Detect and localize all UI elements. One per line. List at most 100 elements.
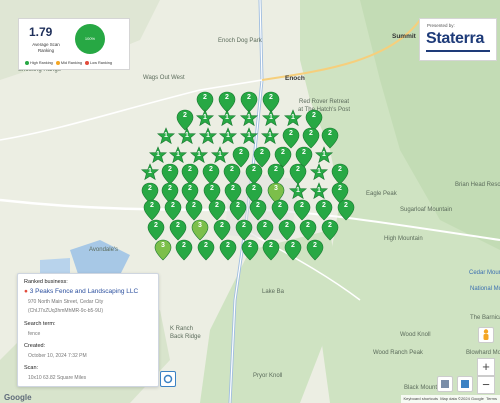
rank-pin[interactable]: 2: [306, 239, 324, 261]
pin-rank-label: 2: [274, 166, 278, 173]
pin-rank-label: 2: [168, 185, 172, 192]
rank-pin[interactable]: 2: [143, 199, 161, 221]
rank-pin[interactable]: 2: [271, 199, 289, 221]
search-term-label: Search term:: [24, 321, 56, 327]
rank-pin[interactable]: 2: [185, 199, 203, 221]
rank-pin[interactable]: 3: [191, 219, 209, 241]
pin-rank-label: 2: [328, 222, 332, 229]
pin-rank-label: 2: [236, 202, 240, 209]
legend-low-label: Low Ranking: [90, 61, 112, 65]
place-label-high-mountain[interactable]: High Mountain: [384, 236, 423, 242]
location-pin-icon: ●: [24, 288, 28, 295]
pin-rank-label: 2: [188, 166, 192, 173]
place-label-back-ridge[interactable]: Back Ridge: [170, 334, 201, 340]
place-label-the-barnican[interactable]: The Barnican: [470, 315, 500, 321]
pin-rank-label: 3: [274, 185, 278, 192]
pin-rank-label: 2: [269, 94, 273, 101]
rank-pin[interactable]: 2: [219, 239, 237, 261]
pin-rank-label: 2: [344, 202, 348, 209]
rank-pin[interactable]: 2: [147, 219, 165, 241]
rank-pin[interactable]: 2: [241, 239, 259, 261]
rank-pin[interactable]: 2: [164, 199, 182, 221]
rank-pin[interactable]: 2: [213, 219, 231, 241]
pin-rank-label: 2: [203, 94, 207, 101]
pin-rank-label: 2: [176, 222, 180, 229]
zoom-in-button[interactable]: +: [477, 358, 495, 376]
place-label-wood-knoll[interactable]: Wood Knoll: [400, 332, 431, 338]
place-label-blowhard[interactable]: Blowhard Mountain: [466, 350, 500, 356]
rank-pin[interactable]: 2: [337, 199, 355, 221]
rank-pin[interactable]: 2: [208, 199, 226, 221]
pin-rank-label: 2: [312, 112, 316, 119]
pin-rank-label: 2: [281, 149, 285, 156]
place-label-wood-ranch-peak[interactable]: Wood Ranch Peak: [373, 350, 423, 356]
pin-rank-label: 2: [300, 202, 304, 209]
place-label-eagle-peak[interactable]: Eagle Peak: [366, 191, 397, 197]
search-term-value: fence: [28, 331, 41, 337]
pin-rank-label: 1: [226, 132, 230, 139]
place-label-sugarloaf[interactable]: Sugarloaf Mountain: [400, 207, 452, 213]
place-label-cedar-mountain[interactable]: Cedar Mountain: [469, 270, 500, 276]
pin-rank-label: 1: [197, 151, 201, 158]
brand-underline: [426, 50, 490, 52]
zoom-out-button[interactable]: −: [477, 376, 495, 394]
refresh-button[interactable]: [160, 371, 176, 387]
place-label-pryor-knoll[interactable]: Pryor Knoll: [253, 373, 282, 379]
pin-rank-label: 2: [204, 242, 208, 249]
rank-pin[interactable]: 2: [299, 219, 317, 241]
pin-rank-label: 1: [322, 151, 326, 158]
rank-pin[interactable]: 2: [278, 219, 296, 241]
place-label-summit[interactable]: Summit: [392, 33, 416, 40]
rank-pin[interactable]: 2: [315, 199, 333, 221]
place-label-brian-head[interactable]: Brian Head Resor: [455, 182, 500, 188]
satellite-button[interactable]: [457, 376, 473, 392]
pin-rank-label: 1: [317, 187, 321, 194]
rank-pin[interactable]: 2: [321, 219, 339, 241]
place-label-lake-bay[interactable]: Lake Ba: [262, 289, 284, 295]
pin-rank-label: 1: [203, 114, 207, 121]
rank-pin[interactable]: 2: [293, 199, 311, 221]
place-label-avondales[interactable]: Avondale's: [89, 247, 118, 253]
place-label-red-rover[interactable]: Red Rover Retreat: [299, 99, 349, 105]
place-label-national-monument[interactable]: National Monum: [470, 286, 500, 292]
rank-pin[interactable]: 2: [235, 219, 253, 241]
rank-pin[interactable]: 2: [229, 199, 247, 221]
ranked-business-label: Ranked business:: [24, 279, 68, 285]
map-canvas[interactable]: Enoch Dog Park Wags Out West Enoch Red Rove…: [0, 0, 500, 403]
brand-panel: Presented by: Staterra: [419, 18, 497, 61]
rank-pin[interactable]: 2: [256, 219, 274, 241]
rank-pin[interactable]: 2: [175, 239, 193, 261]
business-info-card: Ranked business: ● 3 Peaks Fence and Lan…: [17, 273, 159, 387]
mid-ranking-swatch: [55, 61, 60, 65]
pin-rank-label: 2: [322, 202, 326, 209]
average-ranking-value: 1.79: [29, 25, 53, 39]
pin-rank-label: 2: [252, 166, 256, 173]
pin-rank-label: 2: [220, 222, 224, 229]
terms-link[interactable]: Terms: [486, 396, 497, 401]
rank-pin[interactable]: 2: [197, 239, 215, 261]
pin-rank-label: 2: [188, 185, 192, 192]
rank-pin[interactable]: 2: [169, 219, 187, 241]
pegman-icon: [483, 329, 489, 340]
pin-rank-label: 2: [209, 166, 213, 173]
rank-pin[interactable]: 3: [154, 239, 172, 261]
average-ranking-label: Average Scan Ranking: [32, 42, 60, 53]
pin-rank-label: 2: [252, 185, 256, 192]
rank-pin[interactable]: 2: [284, 239, 302, 261]
street-view-pegman[interactable]: [478, 327, 494, 343]
pin-rank-label: 2: [168, 166, 172, 173]
pin-rank-label: 2: [285, 222, 289, 229]
map-layer-button[interactable]: [437, 376, 453, 392]
pin-rank-label: 1: [206, 132, 210, 139]
created-label: Created:: [24, 343, 46, 349]
pin-rank-label: 1: [291, 114, 295, 121]
place-label-wags-out-west[interactable]: Wags Out West: [143, 75, 185, 81]
pin-rank-label: 2: [182, 242, 186, 249]
place-label-k-ranch[interactable]: K Ranch: [170, 326, 193, 332]
ranking-legend: High Ranking Mid Ranking Low Ranking: [23, 61, 112, 65]
rank-pin[interactable]: 2: [249, 199, 267, 221]
rank-pin[interactable]: 2: [262, 239, 280, 261]
keyboard-shortcuts-link[interactable]: Keyboard shortcuts: [404, 396, 438, 401]
place-label-enoch-dog-park[interactable]: Enoch Dog Park: [218, 38, 262, 44]
place-label-enoch[interactable]: Enoch: [285, 75, 305, 82]
